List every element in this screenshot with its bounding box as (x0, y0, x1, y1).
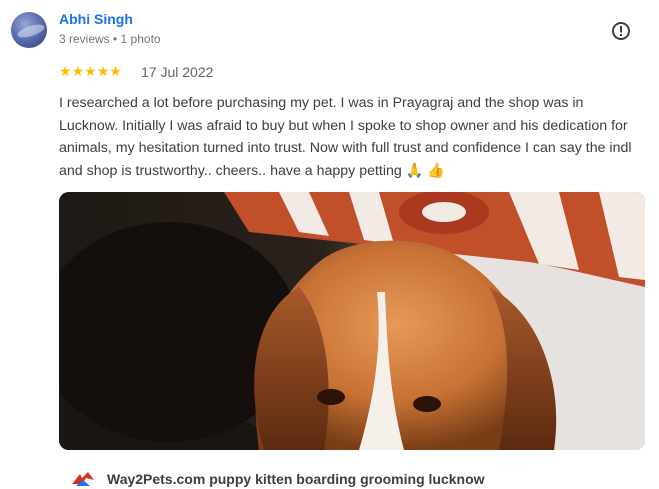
way2pets-logo-icon (72, 472, 94, 486)
reviewer-meta: 3 reviews • 1 photo (59, 32, 161, 46)
review-date: 17 Jul 2022 (141, 64, 214, 80)
star-icon: ★ (109, 63, 122, 79)
reviewer-name[interactable]: Abhi Singh (59, 11, 133, 27)
store-link[interactable] (70, 468, 96, 488)
review-text: I researched a lot before purchasing my … (59, 95, 632, 179)
reviewer-avatar[interactable] (11, 12, 47, 48)
review-photo[interactable] (59, 192, 645, 450)
star-icon: ★ (71, 63, 85, 79)
star-rating: ★ ★ ★ ★ ★ (59, 63, 122, 79)
star-icon: ★ (59, 63, 72, 79)
beagle-photo-image (59, 192, 645, 450)
report-icon[interactable] (611, 21, 631, 41)
store-name[interactable]: Way2Pets.com puppy kitten boarding groom… (107, 471, 485, 487)
star-icon: ★ (84, 63, 97, 79)
star-icon: ★ (96, 63, 110, 79)
